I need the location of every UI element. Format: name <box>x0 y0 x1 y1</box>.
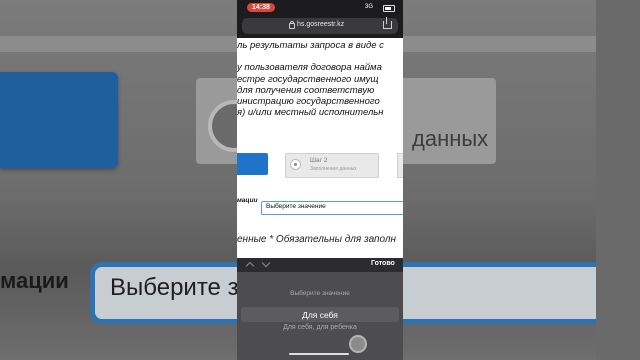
background-step-text: данных <box>412 126 489 151</box>
background-step1-block <box>0 72 118 168</box>
text-line: ль результаты запроса в виде с <box>237 40 384 51</box>
text-line: инистрацию государственного <box>237 96 380 107</box>
chevron-up-icon[interactable] <box>245 261 255 271</box>
purpose-select[interactable]: Выберите значение <box>261 201 403 215</box>
touch-indicator-icon <box>349 335 367 353</box>
done-button[interactable]: Готово <box>371 260 395 267</box>
page-content: ль результаты запроса в виде с у пользов… <box>237 38 403 258</box>
browser-url-bar: hs.gosreestr.kz <box>237 14 403 38</box>
select-value: Выберите значение <box>266 203 326 210</box>
text-line: для получения соответствую <box>237 84 375 96</box>
text-line: естре государственного имущ <box>237 73 379 85</box>
lock-icon <box>289 21 295 29</box>
background-field-label: мации <box>0 268 69 293</box>
step1-tab[interactable] <box>237 153 268 175</box>
step-radio-icon <box>290 159 301 170</box>
phone-screen: 14:38 3G hs.gosreestr.kz ль результаты з… <box>237 0 403 360</box>
background-select-text: Выберите з <box>110 274 239 301</box>
text-line: у пользователя договора найма <box>237 62 382 74</box>
home-indicator[interactable] <box>289 353 349 355</box>
network-indicator: 3G <box>365 4 374 10</box>
instruction-text: ль результаты запроса в виде с у пользов… <box>237 40 403 118</box>
picker-option[interactable]: Выберите значение <box>237 290 403 297</box>
chevron-down-icon[interactable] <box>261 258 271 268</box>
picker-option[interactable]: Для себя, для ребенка <box>237 324 403 331</box>
text-line <box>237 51 403 62</box>
required-note: енные * Обязательны для заполн <box>237 234 397 245</box>
picker-option-selected[interactable]: Для себя <box>237 310 403 320</box>
background-right-edge <box>596 0 640 360</box>
status-bar: 14:38 3G <box>237 0 403 14</box>
step2-subtitle: Заполнение данных <box>310 166 357 172</box>
step2-tab[interactable]: Шаг 2 Заполнение данных <box>285 153 379 178</box>
step2-title: Шаг 2 <box>310 157 328 164</box>
text-line: я) и/или местный исполнительн <box>237 107 384 119</box>
field-label: мации <box>237 197 258 204</box>
url-text: hs.gosreestr.kz <box>297 21 345 28</box>
battery-icon <box>383 5 395 12</box>
picker-toolbar: Готово <box>237 258 403 272</box>
status-time: 14:38 <box>247 3 275 12</box>
option-picker[interactable]: Выберите значение Для себя Для себя, для… <box>237 272 403 360</box>
share-icon[interactable] <box>383 17 392 29</box>
address-field[interactable]: hs.gosreestr.kz <box>242 17 398 34</box>
step3-tab[interactable] <box>397 153 403 178</box>
